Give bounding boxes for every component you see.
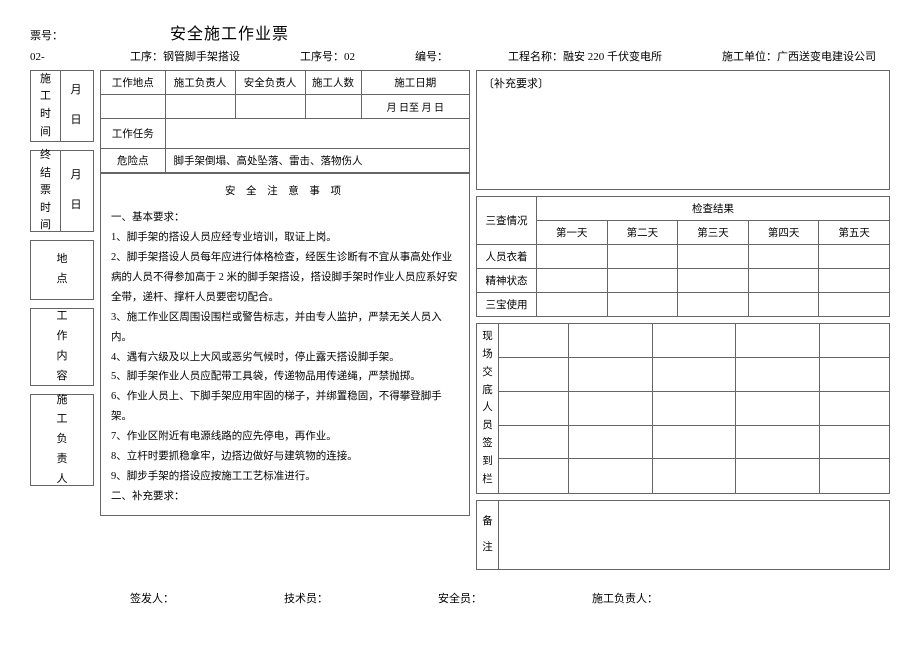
cell[interactable]: [678, 269, 749, 293]
unit-label: 施工单位：: [722, 51, 777, 63]
footer-issuer: 签发人：: [130, 590, 174, 606]
cell-count[interactable]: [305, 95, 361, 119]
cell[interactable]: [607, 245, 678, 269]
remark-block: 备注: [476, 500, 890, 570]
task-label: 工作任务: [101, 119, 165, 149]
remark-label: 备注: [477, 501, 499, 569]
col-safety: 安全负责人: [235, 71, 305, 95]
end-time-value: 月日: [61, 151, 91, 231]
note-p8: 8、立杆时要抓稳拿牢，边搭边做好与建筑物的连接。: [111, 447, 459, 467]
sub-number: 02-: [30, 51, 130, 63]
cell[interactable]: [537, 245, 608, 269]
day4: 第四天: [748, 221, 819, 245]
footer-tech: 技术员：: [284, 590, 328, 606]
process-no-label: 工序号：: [300, 51, 344, 63]
right-column: 〔补充要求〕 三查情况 检查结果 第一天 第二天 第三天 第四天 第五天 人员衣…: [476, 70, 890, 570]
check-table: 三查情况 检查结果 第一天 第二天 第三天 第四天 第五天 人员衣着 精神状态 …: [476, 196, 890, 317]
cell[interactable]: [819, 245, 890, 269]
cell[interactable]: [819, 269, 890, 293]
process-value: 钢管脚手架搭设: [163, 51, 240, 63]
cell-safety[interactable]: [235, 95, 305, 119]
cell[interactable]: [537, 293, 608, 317]
cell[interactable]: [607, 269, 678, 293]
row-spirit: 精神状态: [477, 269, 537, 293]
cell[interactable]: [607, 293, 678, 317]
note-p4: 4、遇有六级及以上大风或恶劣气候时，停止露天搭设脚手架。: [111, 348, 459, 368]
end-time-label: 终结票时间: [31, 151, 61, 231]
check-situation: 三查情况: [477, 197, 537, 245]
cell[interactable]: [537, 269, 608, 293]
note-p1: 1、脚手架的搭设人员应经专业培训，取证上岗。: [111, 228, 459, 248]
safety-title: 安 全 注 意 事 项: [111, 182, 459, 202]
code-label: 编号：: [415, 48, 448, 64]
remark-body[interactable]: [499, 501, 889, 569]
note-p9: 9、脚步手架的搭设应按施工工艺标准进行。: [111, 467, 459, 487]
note-p2: 2、脚手架搭设人员每年应进行体格检查，经医生诊断有不宜从事高处作业病的人员不得参…: [111, 248, 459, 308]
safety-notes: 安 全 注 意 事 项 一、基本要求： 1、脚手架的搭设人员应经专业培训，取证上…: [101, 173, 469, 515]
location-label: 地点: [30, 240, 94, 300]
task-value[interactable]: [165, 119, 469, 149]
construct-leader-label: 施工负责人: [30, 394, 94, 486]
cell[interactable]: [748, 245, 819, 269]
day3: 第三天: [678, 221, 749, 245]
row-dress: 人员衣着: [477, 245, 537, 269]
work-content-label: 工作内容: [30, 308, 94, 386]
work-header-table: 工作地点 施工负责人 安全负责人 施工人数 施工日期 月 日至 月 日 工作任务…: [101, 71, 469, 173]
ticket-number-label: 票号：: [30, 27, 130, 43]
note-p7: 7、作业区附近有电源线路的应先停电，再作业。: [111, 427, 459, 447]
col-place: 工作地点: [101, 71, 165, 95]
construct-time-value: 月日: [61, 71, 91, 141]
note-p3: 3、施工作业区周围设围栏或警告标志，并由专人监护，严禁无关人员入内。: [111, 308, 459, 348]
left-column: 施工时间 施工时间 月日 终结票时间 月日 地点 工作内容 施工负责人: [30, 70, 94, 486]
col-count: 施工人数: [305, 71, 361, 95]
page-title: 安全施工作业票: [170, 20, 289, 44]
footer-safety: 安全员：: [438, 590, 482, 606]
col-date: 施工日期: [361, 71, 469, 95]
sign-block: 现场交底人员签到栏: [476, 323, 890, 494]
note-h2: 二、补充要求：: [111, 487, 459, 507]
middle-column: 工作地点 施工负责人 安全负责人 施工人数 施工日期 月 日至 月 日 工作任务…: [100, 70, 470, 516]
day2: 第二天: [607, 221, 678, 245]
cell[interactable]: [748, 269, 819, 293]
cell-date[interactable]: 月 日至 月 日: [361, 95, 469, 119]
process-label: 工序：: [130, 51, 163, 63]
cell-leader[interactable]: [165, 95, 235, 119]
day1: 第一天: [537, 221, 608, 245]
col-leader: 施工负责人: [165, 71, 235, 95]
supplement-box[interactable]: 〔补充要求〕: [476, 70, 890, 190]
note-h1: 一、基本要求：: [111, 208, 459, 228]
cell[interactable]: [819, 293, 890, 317]
process-no-value: 02: [344, 51, 355, 63]
cell-place[interactable]: [101, 95, 165, 119]
cell[interactable]: [748, 293, 819, 317]
footer-leader: 施工负责人：: [592, 590, 658, 606]
danger-value: 脚手架倒塌、高处坠落、雷击、落物伤人: [165, 149, 469, 173]
check-result: 检查结果: [537, 197, 890, 221]
unit-value: 广西送变电建设公司: [777, 51, 876, 63]
project-label: 工程名称：: [508, 51, 563, 63]
row-sanbao: 三宝使用: [477, 293, 537, 317]
project-value: 融安 220 千伏变电所: [563, 51, 662, 63]
day5: 第五天: [819, 221, 890, 245]
danger-label: 危险点: [101, 149, 165, 173]
cell[interactable]: [678, 293, 749, 317]
note-p6: 6、作业人员上、下脚手架应用牢固的梯子，并绑置稳固，不得攀登脚手架。: [111, 387, 459, 427]
construct-time-label: 施工时间 施工时间: [31, 71, 61, 141]
footer: 签发人： 技术员： 安全员： 施工负责人：: [30, 590, 890, 606]
sign-label: 现场交底人员签到栏: [477, 324, 499, 493]
cell[interactable]: [678, 245, 749, 269]
note-p5: 5、脚手架作业人员应配带工具袋，传递物品用传递绳，严禁抛掷。: [111, 367, 459, 387]
sign-grid[interactable]: [499, 324, 889, 493]
supplement-label: 〔补充要求〕: [483, 78, 549, 90]
